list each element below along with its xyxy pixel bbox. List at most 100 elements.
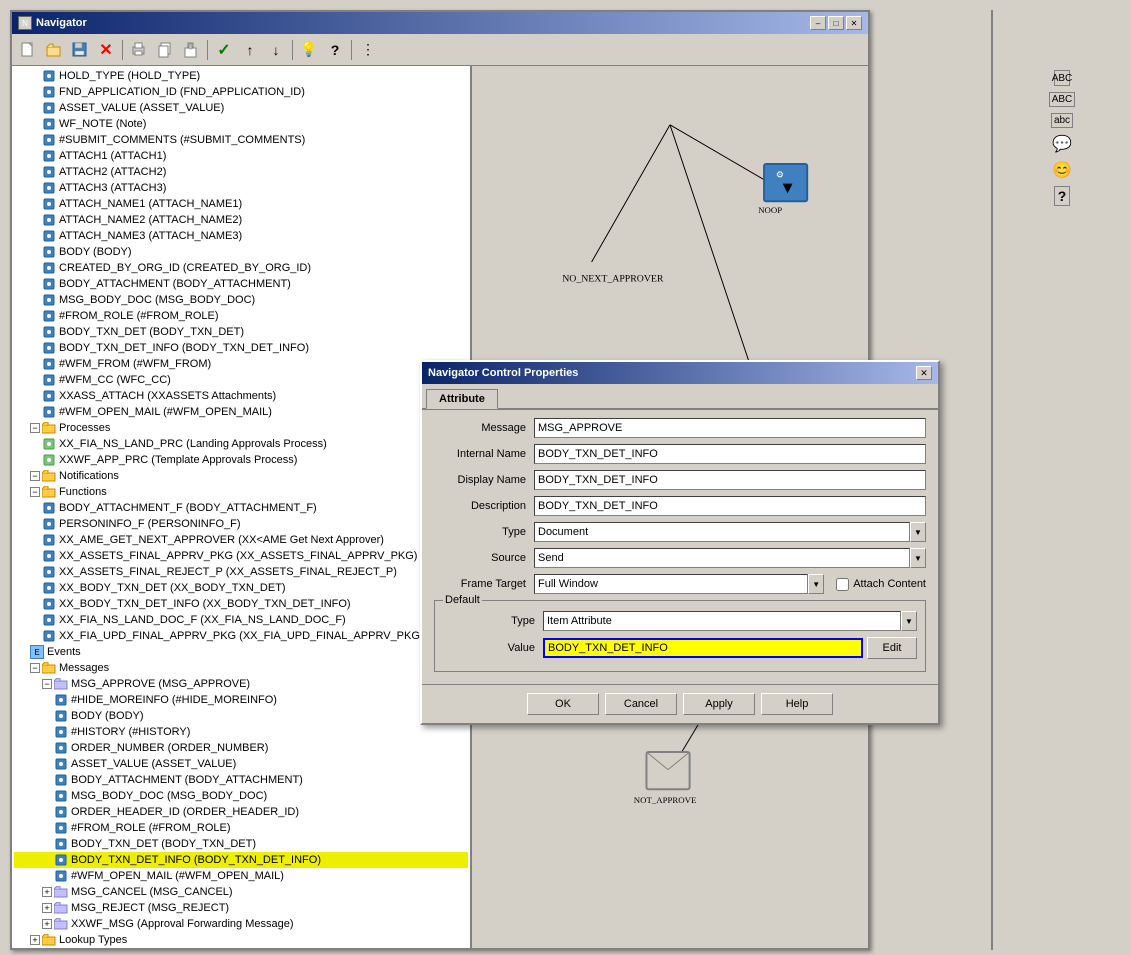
open-btn[interactable] — [42, 38, 66, 62]
tree-panel[interactable]: HOLD_TYPE (HOLD_TYPE) FND_APPLICATION_ID… — [12, 66, 472, 948]
tree-item[interactable]: MSG_BODY_DOC (MSG_BODY_DOC) — [14, 292, 468, 308]
frame-target-dropdown-arrow[interactable]: ▼ — [808, 574, 824, 594]
expand-icon[interactable]: + — [42, 903, 52, 913]
tree-item[interactable]: #HISTORY (#HISTORY) — [14, 724, 468, 740]
tree-item[interactable]: #WFM_CC (WFC_CC) — [14, 372, 468, 388]
minimize-btn[interactable]: – — [810, 16, 826, 30]
tree-item[interactable]: ORDER_HEADER_ID (ORDER_HEADER_ID) — [14, 804, 468, 820]
tree-item[interactable]: ATTACH_NAME2 (ATTACH_NAME2) — [14, 212, 468, 228]
message-input[interactable] — [534, 418, 926, 438]
tree-item[interactable]: XX_BODY_TXN_DET_INFO (XX_BODY_TXN_DET_IN… — [14, 596, 468, 612]
question-btn[interactable]: ? — [323, 38, 347, 62]
tree-item[interactable]: CREATED_BY_ORG_ID (CREATED_BY_ORG_ID) — [14, 260, 468, 276]
tree-item[interactable]: #WFM_OPEN_MAIL (#WFM_OPEN_MAIL) — [14, 404, 468, 420]
print-btn[interactable] — [127, 38, 151, 62]
arrow-down-btn[interactable]: ↓ — [264, 38, 288, 62]
right-tool-btn2[interactable]: ABC — [1049, 92, 1076, 107]
tree-item[interactable]: BODY_ATTACHMENT (BODY_ATTACHMENT) — [14, 276, 468, 292]
tree-item[interactable]: BODY_TXN_DET (BODY_TXN_DET) — [14, 324, 468, 340]
ok-btn[interactable]: OK — [527, 693, 599, 715]
right-tool-btn[interactable]: ABC — [1054, 70, 1070, 86]
right-tool-help[interactable]: ? — [1054, 186, 1071, 206]
tree-item[interactable]: XX_ASSETS_FINAL_APPRV_PKG (XX_ASSETS_FIN… — [14, 548, 468, 564]
tree-item[interactable]: PERSONINFO_F (PERSONINFO_F) — [14, 516, 468, 532]
tree-item[interactable]: ATTACH3 (ATTACH3) — [14, 180, 468, 196]
new-doc-btn[interactable] — [16, 38, 40, 62]
delete-btn[interactable]: ✕ — [94, 38, 118, 62]
internal-name-input[interactable] — [534, 444, 926, 464]
tree-item[interactable]: XX_FIA_NS_LAND_PRC (Landing Approvals Pr… — [14, 436, 468, 452]
tree-processes-folder[interactable]: − Processes — [14, 420, 468, 436]
tree-item[interactable]: BODY (BODY) — [14, 708, 468, 724]
tree-messages-folder[interactable]: − Messages — [14, 660, 468, 676]
collapse-icon[interactable]: − — [42, 679, 52, 689]
help-btn[interactable]: Help — [761, 693, 833, 715]
tree-msg-fwd-folder[interactable]: + XXWF_MSG (Approval Forwarding Message) — [14, 916, 468, 932]
tree-item[interactable]: #WFM_OPEN_MAIL (#WFM_OPEN_MAIL) — [14, 868, 468, 884]
collapse-icon[interactable]: − — [30, 663, 40, 673]
tree-item[interactable]: #FROM_ROLE (#FROM_ROLE) — [14, 820, 468, 836]
tree-item[interactable]: ATTACH_NAME3 (ATTACH_NAME3) — [14, 228, 468, 244]
tree-item[interactable]: FND_APPLICATION_ID (FND_APPLICATION_ID) — [14, 84, 468, 100]
tree-item[interactable]: MSG_BODY_DOC (MSG_BODY_DOC) — [14, 788, 468, 804]
tree-item[interactable]: XX_FIA_NS_LAND_DOC_F (XX_FIA_NS_LAND_DOC… — [14, 612, 468, 628]
collapse-icon[interactable]: − — [30, 487, 40, 497]
tree-item[interactable]: BODY_TXN_DET (BODY_TXN_DET) — [14, 836, 468, 852]
right-tool-smiley[interactable]: 😊 — [1052, 160, 1072, 180]
copy-btn[interactable] — [153, 38, 177, 62]
attach-content-checkbox[interactable] — [836, 578, 849, 591]
lamp-btn[interactable]: 💡 — [297, 38, 321, 62]
tree-item[interactable]: BODY_ATTACHMENT (BODY_ATTACHMENT) — [14, 772, 468, 788]
type-dropdown-arrow[interactable]: ▼ — [910, 522, 926, 542]
tree-item[interactable]: ATTACH2 (ATTACH2) — [14, 164, 468, 180]
save-btn[interactable] — [68, 38, 92, 62]
tree-item[interactable]: #WFM_FROM (#WFM_FROM) — [14, 356, 468, 372]
cancel-btn[interactable]: Cancel — [605, 693, 677, 715]
tree-msg-cancel-folder[interactable]: + MSG_CANCEL (MSG_CANCEL) — [14, 884, 468, 900]
tree-item[interactable]: ASSET_VALUE (ASSET_VALUE) — [14, 756, 468, 772]
default-type-dropdown-arrow[interactable]: ▼ — [901, 611, 917, 631]
tree-item[interactable]: ASSET_VALUE (ASSET_VALUE) — [14, 100, 468, 116]
tree-item[interactable]: XX_AME_GET_NEXT_APPROVER (XX<AME Get Nex… — [14, 532, 468, 548]
tree-notifications-folder[interactable]: − Notifications — [14, 468, 468, 484]
expand-icon[interactable]: + — [30, 935, 40, 945]
tree-item[interactable]: XXWF_APP_PRC (Template Approvals Process… — [14, 452, 468, 468]
right-tool-btn3[interactable]: abc — [1051, 113, 1073, 128]
description-input[interactable] — [534, 496, 926, 516]
tree-item[interactable]: BODY (BODY) — [14, 244, 468, 260]
tree-lookup-folder[interactable]: + Lookup Types — [14, 932, 468, 948]
dialog-close-btn[interactable]: ✕ — [916, 366, 932, 380]
tree-item[interactable]: ATTACH1 (ATTACH1) — [14, 148, 468, 164]
collapse-icon[interactable]: − — [30, 423, 40, 433]
arrow-up-btn[interactable]: ↑ — [238, 38, 262, 62]
tree-item[interactable]: XXASS_ATTACH (XXASSETS Attachments) — [14, 388, 468, 404]
tree-selected-item[interactable]: BODY_TXN_DET_INFO (BODY_TXN_DET_INFO) — [14, 852, 468, 868]
grid-btn[interactable]: ⋮ — [356, 38, 380, 62]
tree-msg-reject-folder[interactable]: + MSG_REJECT (MSG_REJECT) — [14, 900, 468, 916]
expand-icon[interactable]: + — [42, 887, 52, 897]
tab-attribute[interactable]: Attribute — [426, 389, 498, 409]
tree-item[interactable]: HOLD_TYPE (HOLD_TYPE) — [14, 68, 468, 84]
tree-item[interactable]: #FROM_ROLE (#FROM_ROLE) — [14, 308, 468, 324]
tree-item[interactable]: BODY_TXN_DET_INFO (BODY_TXN_DET_INFO) — [14, 340, 468, 356]
tree-item[interactable]: WF_NOTE (Note) — [14, 116, 468, 132]
close-btn[interactable]: ✕ — [846, 16, 862, 30]
tree-msg-approve-folder[interactable]: − MSG_APPROVE (MSG_APPROVE) — [14, 676, 468, 692]
collapse-icon[interactable]: − — [30, 471, 40, 481]
tree-functions-folder[interactable]: − Functions — [14, 484, 468, 500]
right-tool-balloon[interactable]: 💬 — [1052, 134, 1072, 154]
display-name-input[interactable] — [534, 470, 926, 490]
expand-icon[interactable]: + — [42, 919, 52, 929]
tree-events-folder[interactable]: E Events — [14, 644, 468, 660]
paste-btn[interactable] — [179, 38, 203, 62]
apply-btn[interactable]: Apply — [683, 693, 755, 715]
tree-item[interactable]: #SUBMIT_COMMENTS (#SUBMIT_COMMENTS) — [14, 132, 468, 148]
tree-item[interactable]: XX_BODY_TXN_DET (XX_BODY_TXN_DET) — [14, 580, 468, 596]
tree-item[interactable]: XX_FIA_UPD_FINAL_APPRV_PKG (XX_FIA_UPD_F… — [14, 628, 468, 644]
maximize-btn[interactable]: □ — [828, 16, 844, 30]
tree-item[interactable]: XX_ASSETS_FINAL_REJECT_P (XX_ASSETS_FINA… — [14, 564, 468, 580]
tree-item[interactable]: ORDER_NUMBER (ORDER_NUMBER) — [14, 740, 468, 756]
checkmark-btn[interactable]: ✓ — [212, 38, 236, 62]
default-value-input[interactable] — [543, 638, 863, 658]
tree-item[interactable]: BODY_ATTACHMENT_F (BODY_ATTACHMENT_F) — [14, 500, 468, 516]
